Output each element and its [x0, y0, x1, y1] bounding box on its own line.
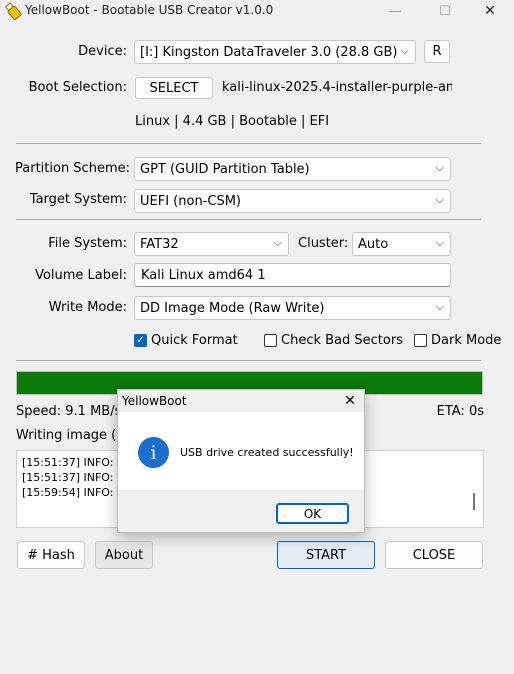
check-bad-sectors-label: Check Bad Sectors	[281, 333, 403, 348]
close-window-button[interactable]: ✕	[470, 0, 510, 22]
close-button[interactable]: CLOSE	[385, 541, 483, 569]
status-text: Writing image (D	[16, 428, 127, 443]
quick-format-checkbox[interactable]: ✓	[134, 334, 147, 347]
write-mode-value: DD Image Mode (Raw Write)	[140, 300, 325, 316]
info-icon: i	[138, 437, 169, 468]
volume-label-input[interactable]: Kali Linux amd64 1	[134, 263, 451, 287]
file-system-value: FAT32	[140, 236, 179, 252]
usb-drive-icon	[4, 2, 22, 20]
device-dropdown[interactable]: [I:] Kingston DataTraveler 3.0 (28.8 GB)…	[134, 40, 416, 64]
chevron-down-icon: ⌵	[435, 193, 444, 206]
partition-scheme-dropdown[interactable]: GPT (GUID Partition Table) ⌵	[134, 157, 451, 181]
partition-scheme-value: GPT (GUID Partition Table)	[140, 161, 310, 177]
chevron-down-icon: ⌵	[435, 300, 444, 313]
quick-format-label: Quick Format	[151, 333, 238, 348]
ok-button[interactable]: OK	[276, 503, 349, 524]
cluster-dropdown[interactable]: Auto ⌵	[352, 232, 451, 256]
separator	[16, 143, 481, 144]
check-bad-sectors-checkbox[interactable]	[264, 334, 277, 347]
window-title: YellowBoot - Bootable USB Creator v1.0.0	[25, 3, 274, 17]
device-label: Device:	[78, 44, 127, 59]
image-info: Linux | 4.4 GB | Bootable | EFI	[135, 114, 330, 129]
device-value: [I:] Kingston DataTraveler 3.0 (28.8 GB)	[140, 44, 398, 60]
chevron-down-icon: ⌵	[435, 161, 444, 174]
eta-text: ETA: 0s	[436, 404, 484, 419]
separator	[16, 219, 481, 220]
quick-format-option[interactable]: ✓ Quick Format	[134, 333, 238, 348]
volume-label-label: Volume Label:	[35, 268, 127, 283]
chevron-down-icon: ⌵	[435, 236, 444, 249]
target-system-value: UEFI (non-CSM)	[140, 193, 241, 209]
partition-scheme-label: Partition Scheme:	[15, 161, 130, 176]
minimize-button[interactable]: —	[375, 0, 415, 22]
file-system-dropdown[interactable]: FAT32 ⌵	[134, 232, 289, 256]
chevron-down-icon: ⌵	[273, 236, 282, 249]
start-button[interactable]: START	[277, 541, 375, 569]
cluster-label: Cluster:	[298, 236, 349, 251]
dialog-message: USB drive created successfully!	[180, 446, 354, 459]
dark-mode-checkbox[interactable]	[414, 334, 427, 347]
dialog-title: YellowBoot	[122, 394, 187, 408]
about-button[interactable]: About	[95, 541, 153, 569]
dialog-body: i USB drive created successfully!	[118, 412, 364, 490]
refresh-devices-button[interactable]: R	[424, 40, 450, 63]
cluster-value: Auto	[358, 236, 389, 252]
write-mode-label: Write Mode:	[48, 300, 127, 315]
target-system-label: Target System:	[29, 192, 127, 207]
dialog-close-button[interactable]: ✕	[338, 391, 362, 411]
boot-selection-label: Boot Selection:	[28, 80, 127, 95]
file-system-label: File System:	[48, 236, 127, 251]
hash-button[interactable]: # Hash	[17, 541, 85, 569]
write-mode-dropdown[interactable]: DD Image Mode (Raw Write) ⌵	[134, 296, 451, 320]
dark-mode-option[interactable]: Dark Mode	[414, 333, 501, 348]
success-dialog: YellowBoot ✕ i USB drive created success…	[117, 389, 365, 533]
speed-text: Speed: 9.1 MB/s	[16, 404, 122, 419]
title-bar: YellowBoot - Bootable USB Creator v1.0.0…	[0, 0, 514, 22]
select-image-button[interactable]: SELECT	[135, 77, 213, 99]
separator	[16, 360, 481, 361]
boot-file-name: kali-linux-2025.4-installer-purple-amd	[222, 80, 452, 95]
dark-mode-label: Dark Mode	[431, 333, 502, 348]
maximize-button[interactable]: ☐	[425, 0, 465, 22]
log-scrollbar-thumb[interactable]	[473, 493, 475, 510]
target-system-dropdown[interactable]: UEFI (non-CSM) ⌵	[134, 189, 451, 213]
chevron-down-icon: ⌵	[400, 44, 409, 57]
check-bad-sectors-option[interactable]: Check Bad Sectors	[264, 333, 403, 348]
